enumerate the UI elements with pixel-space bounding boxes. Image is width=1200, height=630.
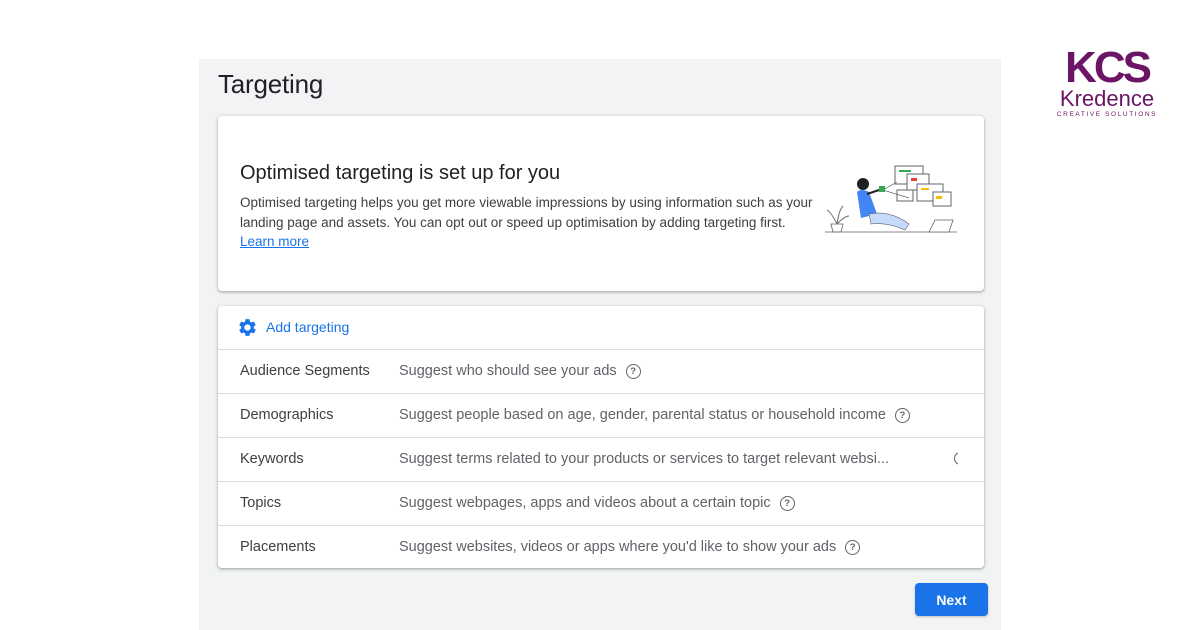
row-description-text: Suggest webpages, apps and videos about … bbox=[399, 495, 771, 511]
logo-tagline: CREATIVE SOLUTIONS bbox=[1057, 111, 1157, 118]
optimised-targeting-card: Optimised targeting is set up for you Op… bbox=[218, 116, 984, 291]
targeting-row-topics[interactable]: Topics Suggest webpages, apps and videos… bbox=[218, 481, 984, 525]
row-description-text: Suggest people based on age, gender, par… bbox=[399, 407, 886, 423]
help-icon[interactable]: ? bbox=[845, 539, 861, 555]
row-name: Demographics bbox=[240, 407, 334, 423]
targeting-list-card: Add targeting Audience Segments Suggest … bbox=[218, 306, 984, 568]
person-with-screens-illustration bbox=[825, 165, 957, 233]
row-description: Suggest people based on age, gender, par… bbox=[399, 407, 910, 423]
targeting-row-demographics[interactable]: Demographics Suggest people based on age… bbox=[218, 393, 984, 437]
gear-icon bbox=[239, 319, 256, 336]
hero-description: Optimised targeting helps you get more v… bbox=[240, 195, 813, 230]
row-description-text: Suggest who should see your ads bbox=[399, 363, 617, 379]
targeting-row-keywords[interactable]: Keywords Suggest terms related to your p… bbox=[218, 437, 984, 481]
logo-name: Kredence bbox=[1060, 86, 1154, 111]
add-targeting-label: Add targeting bbox=[266, 319, 350, 335]
targeting-row-placements[interactable]: Placements Suggest websites, videos or a… bbox=[218, 525, 984, 568]
page-title: Targeting bbox=[218, 69, 324, 99]
logo-mark: KCS bbox=[1065, 43, 1151, 92]
row-name: Keywords bbox=[240, 451, 304, 467]
row-description: Suggest websites, videos or apps where y… bbox=[399, 539, 861, 555]
hero-body: Optimised targeting helps you get more v… bbox=[240, 193, 820, 252]
row-description-text: Suggest websites, videos or apps where y… bbox=[399, 539, 837, 555]
add-targeting-button[interactable]: Add targeting bbox=[218, 306, 984, 349]
help-icon[interactable]: ? bbox=[894, 407, 910, 423]
help-icon[interactable] bbox=[954, 452, 958, 467]
row-name: Placements bbox=[240, 539, 316, 555]
targeting-panel: Targeting Optimised targeting is set up … bbox=[199, 59, 1001, 630]
row-description: Suggest terms related to your products o… bbox=[399, 451, 889, 467]
help-icon[interactable]: ? bbox=[625, 363, 641, 379]
hero-title: Optimised targeting is set up for you bbox=[240, 162, 561, 184]
row-description: Suggest webpages, apps and videos about … bbox=[399, 495, 795, 511]
targeting-row-audience-segments[interactable]: Audience Segments Suggest who should see… bbox=[218, 349, 984, 393]
next-button[interactable]: Next bbox=[915, 583, 988, 616]
help-icon[interactable]: ? bbox=[779, 495, 795, 511]
learn-more-link[interactable]: Learn more bbox=[240, 234, 309, 249]
row-name: Audience Segments bbox=[240, 363, 370, 379]
row-name: Topics bbox=[240, 495, 282, 511]
row-description: Suggest who should see your ads ? bbox=[399, 363, 641, 379]
row-description-text: Suggest terms related to your products o… bbox=[399, 451, 890, 467]
kcs-kredence-logo: KCS Kredence CREATIVE SOLUTIONS bbox=[1057, 43, 1157, 118]
